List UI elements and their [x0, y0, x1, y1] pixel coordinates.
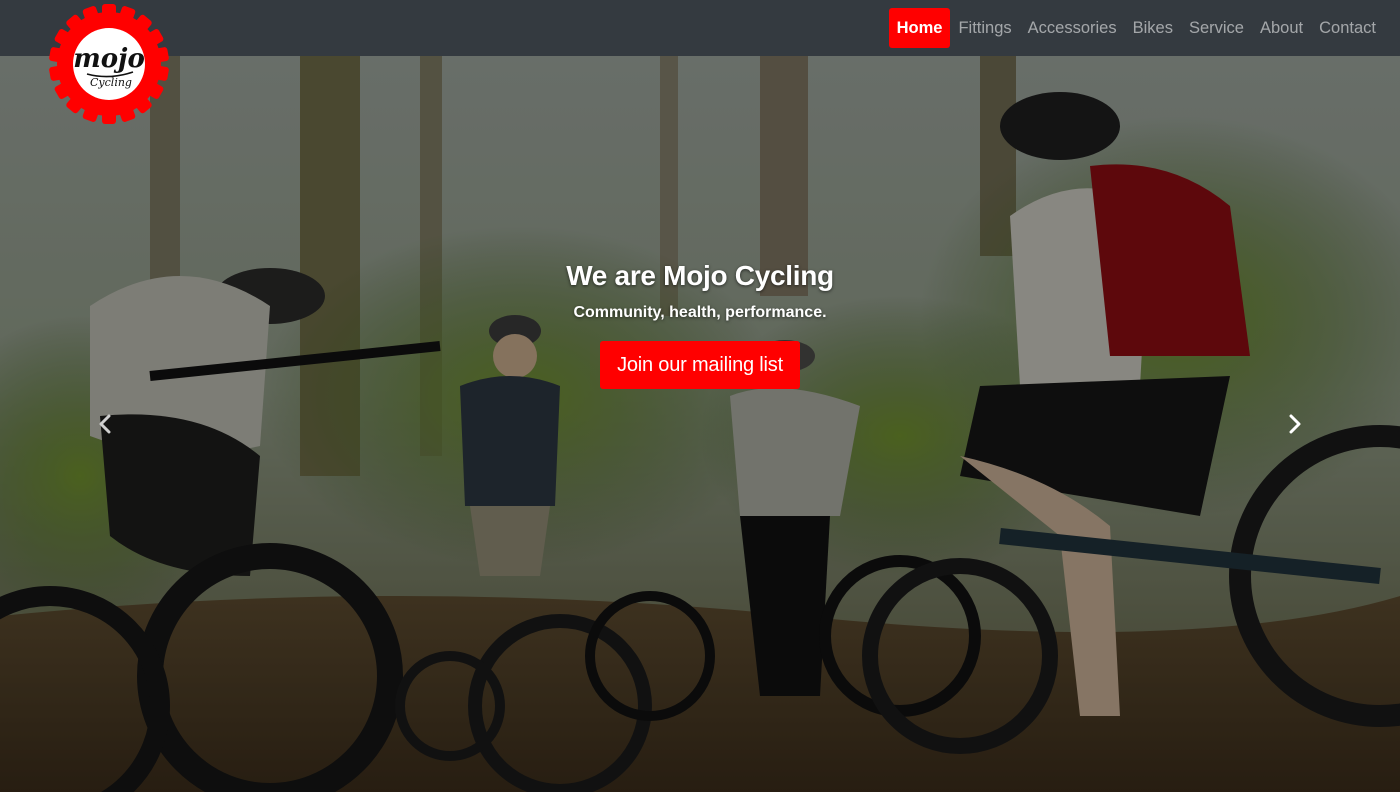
hero-darken-overlay [0, 56, 1400, 792]
hero-carousel: We are Mojo Cycling Community, health, p… [0, 56, 1400, 792]
carousel-next-button[interactable] [1250, 56, 1340, 792]
brand-logo[interactable]: mojo Cycling [47, 2, 171, 126]
chainring-logo-icon: mojo Cycling [49, 4, 169, 124]
logo-subtext: Cycling [90, 76, 132, 89]
nav-item-home[interactable]: Home [888, 8, 951, 48]
nav-links: Home Fittings Accessories Bikes Service … [888, 8, 1384, 48]
top-navbar: Home Fittings Accessories Bikes Service … [0, 0, 1400, 56]
nav-item-about[interactable]: About [1252, 8, 1311, 48]
hero-caption: We are Mojo Cycling Community, health, p… [0, 260, 1400, 389]
hero-title: We are Mojo Cycling [566, 260, 834, 291]
nav-item-bikes[interactable]: Bikes [1125, 8, 1181, 48]
chevron-right-icon [1289, 414, 1301, 434]
nav-item-accessories[interactable]: Accessories [1020, 8, 1125, 48]
chevron-left-icon [99, 414, 111, 434]
nav-item-service[interactable]: Service [1181, 8, 1252, 48]
join-mailing-list-button[interactable]: Join our mailing list [600, 341, 800, 389]
nav-item-fittings[interactable]: Fittings [950, 8, 1019, 48]
nav-item-contact[interactable]: Contact [1311, 8, 1384, 48]
carousel-prev-button[interactable] [60, 56, 150, 792]
hero-subtitle: Community, health, performance. [573, 304, 827, 321]
logo-wordmark: mojo [73, 44, 145, 74]
